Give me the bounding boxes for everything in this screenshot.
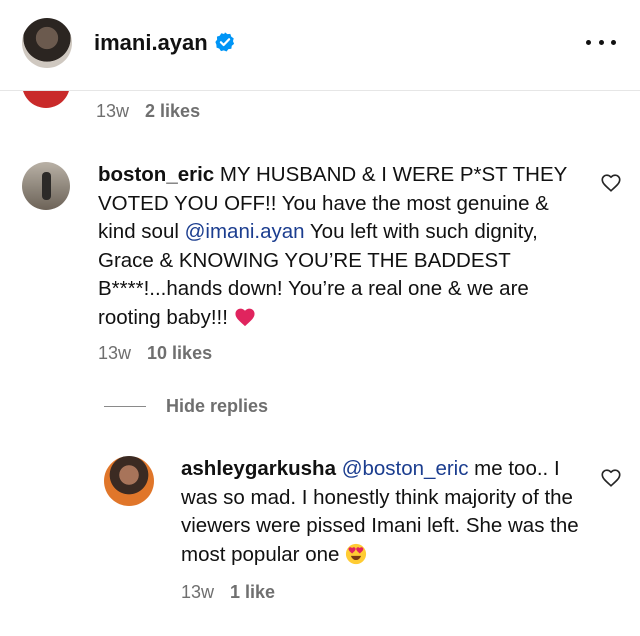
post-header: imani.ayan: [0, 0, 640, 91]
comment-mention[interactable]: @imani.ayan: [185, 220, 305, 243]
heart-eyes-emoji-icon: [346, 543, 367, 564]
heart-emoji-icon: [235, 308, 255, 326]
likes-count[interactable]: 1 like: [230, 582, 275, 602]
comment-meta: 13w 10 likes: [98, 343, 212, 364]
reply-username[interactable]: ashleygarkusha: [181, 457, 336, 480]
hide-replies-button[interactable]: Hide replies: [104, 396, 268, 417]
likes-count[interactable]: 2 likes: [145, 101, 200, 121]
like-comment-heart-icon[interactable]: [600, 172, 622, 194]
comment-body: boston_eric MY HUSBAND & I WERE P*ST THE…: [98, 161, 568, 332]
comment-timestamp: 13w: [96, 101, 130, 121]
reply-meta: 13w 1 like: [181, 582, 275, 603]
profile-avatar[interactable]: [22, 18, 72, 68]
more-options-icon[interactable]: [586, 30, 616, 54]
divider-line: [104, 406, 146, 407]
comment-username[interactable]: boston_eric: [98, 163, 214, 186]
likes-count[interactable]: 10 likes: [147, 343, 212, 363]
reply-body: ashleygarkusha @boston_eric me too.. I w…: [181, 455, 581, 569]
hide-replies-label: Hide replies: [166, 396, 269, 416]
comment-timestamp: 13w: [98, 343, 132, 363]
reply-timestamp: 13w: [181, 582, 215, 602]
reply-mention[interactable]: @boston_eric: [342, 457, 469, 480]
profile-username[interactable]: imani.ayan: [94, 30, 208, 56]
previous-comment-meta: 13w 2 likes: [96, 101, 200, 122]
reply-avatar[interactable]: [104, 456, 154, 506]
commenter-avatar[interactable]: [22, 162, 70, 210]
verified-badge-icon: [215, 32, 235, 52]
like-reply-heart-icon[interactable]: [600, 467, 622, 489]
